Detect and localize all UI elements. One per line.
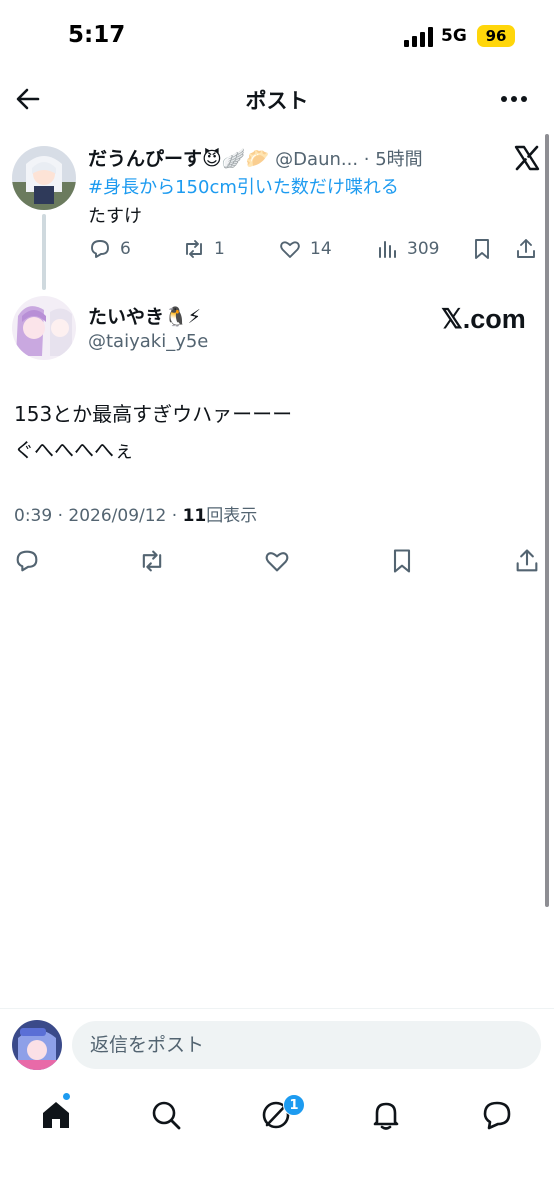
repost-icon[interactable] [138, 547, 166, 575]
signal-icon [404, 27, 433, 47]
repost-count: 1 [214, 239, 225, 259]
bottom-nav: 1 [0, 1084, 554, 1148]
xcom-logo: 𝕏.com [441, 304, 526, 334]
author-display-name[interactable]: たいやき🐧⚡ [88, 302, 201, 329]
messages-icon[interactable] [480, 1098, 514, 1132]
views-button[interactable]: 309 [375, 234, 439, 264]
reply-count: 6 [120, 239, 131, 259]
network-label: 5G [441, 26, 467, 46]
share-icon [517, 239, 535, 258]
author-handle[interactable]: @taiyaki_y5e [88, 331, 208, 352]
bookmark-icon [475, 239, 489, 259]
post-timestamp[interactable]: 0:39 · 2026/09/12 · [14, 506, 183, 526]
post-view-label: 回表示 [206, 506, 258, 526]
bookmark-button[interactable] [470, 234, 494, 264]
heart-icon[interactable] [263, 547, 291, 575]
share-icon[interactable] [513, 547, 541, 575]
thread-line [42, 214, 46, 290]
parent-action-bar: 6 1 14 309 [88, 234, 540, 264]
share-button[interactable] [514, 234, 538, 264]
status-bar: 5:17 5G 96 [0, 0, 554, 72]
repost-icon [186, 240, 202, 258]
home-indicator [0, 1160, 554, 1199]
view-count: 309 [407, 239, 440, 259]
main-action-bar [0, 543, 554, 579]
heart-icon [280, 241, 300, 258]
reply-input[interactable] [72, 1021, 541, 1069]
x-logo-icon [514, 145, 540, 171]
parent-avatar[interactable] [12, 146, 76, 210]
post-view-count: 11 [182, 506, 207, 526]
post-text-line2: ぐへへへへぇ [14, 438, 134, 462]
home-notification-dot [62, 1092, 71, 1101]
reply-divider [0, 1008, 554, 1009]
bookmark-icon[interactable] [388, 547, 416, 575]
status-time: 5:17 [68, 22, 126, 48]
ellipsis-icon[interactable] [500, 94, 528, 104]
author-avatar[interactable] [12, 296, 76, 360]
grok-badge: 1 [283, 1094, 305, 1116]
home-icon[interactable] [39, 1098, 73, 1132]
my-avatar[interactable] [12, 1020, 62, 1070]
page-title: ポスト [245, 89, 309, 113]
search-icon[interactable] [149, 1098, 183, 1132]
parent-hashtag-link[interactable]: #身長から150cm引いた数だけ喋れる [88, 173, 399, 199]
parent-header[interactable]: だうんぴーす😈🪽🥟 @Daun... · 5時間 [88, 144, 423, 171]
notifications-icon[interactable] [369, 1098, 403, 1132]
parent-display-name[interactable]: だうんぴーす😈🪽🥟 [88, 148, 269, 170]
header: ポスト [0, 72, 554, 126]
battery-indicator: 96 [477, 25, 515, 47]
parent-handle-time: @Daun... · 5時間 [275, 149, 423, 170]
views-icon [379, 241, 396, 258]
reply-icon[interactable] [13, 547, 41, 575]
post-metadata: 0:39 · 2026/09/12 · 11回表示 [14, 501, 257, 526]
reply-icon [91, 240, 109, 258]
repost-button[interactable]: 1 [182, 234, 225, 264]
reply-button[interactable]: 6 [88, 234, 131, 264]
parent-post-text: たすけ [88, 206, 142, 227]
post-text-line1: 153とか最高すぎウハァーーー [14, 402, 293, 426]
like-button[interactable]: 14 [278, 234, 332, 264]
scrollbar[interactable] [545, 134, 549, 907]
like-count: 14 [310, 239, 332, 259]
